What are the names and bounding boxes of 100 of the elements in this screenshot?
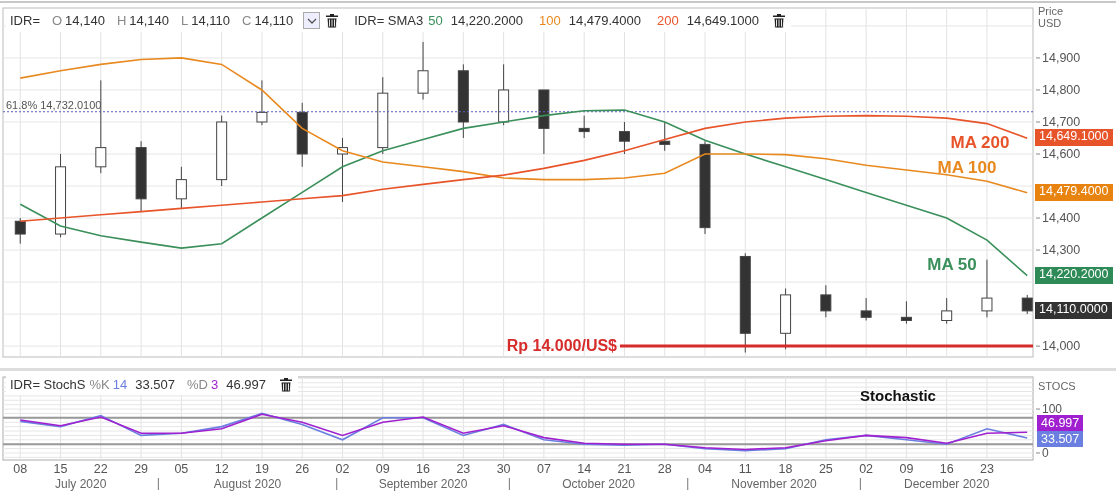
price-axis-label: 14,600 [1042, 147, 1081, 161]
indicator-name: IDR= SMA3 [354, 13, 424, 28]
field-label: C [242, 13, 252, 28]
axis-title: USD [1038, 17, 1062, 29]
price-tag: 14,220.2000 [1035, 267, 1113, 284]
candlestick [618, 121, 630, 155]
candlestick [941, 297, 953, 325]
month-label: November 2020 [731, 477, 817, 491]
date-axis-label: 16 [939, 462, 954, 476]
period-label: 50 [428, 13, 443, 28]
field-value: 14,110 [254, 13, 294, 28]
candlestick [860, 297, 872, 321]
date-axis-label: 28 [657, 462, 672, 476]
candlestick [659, 121, 671, 152]
price-axis-label: 14,800 [1042, 82, 1081, 97]
field-label: L [181, 13, 189, 28]
indicator-value: 14,220.2000 [450, 13, 523, 28]
date-axis-label: 11 [738, 462, 752, 476]
moving-average-label: MA 200 [950, 132, 1010, 152]
price-axis-label: 14,300 [1042, 243, 1081, 258]
month-label: August 2020 [213, 477, 282, 491]
date-axis-label: 18 [778, 462, 793, 476]
field-label: O [52, 13, 63, 28]
moving-average-label: MA 100 [937, 158, 997, 178]
price-tag: 14,649.1000 [1035, 129, 1113, 146]
trash-icon[interactable] [773, 13, 785, 28]
candlestick [498, 63, 510, 126]
date-axis-label: 30 [496, 462, 511, 476]
price-tag: 14,479.4000 [1035, 184, 1113, 201]
stochastic-tag: 46.997 [1037, 415, 1084, 431]
symbol-label: IDR= [10, 13, 40, 28]
indicator-value: 14,649.1000 [686, 13, 759, 28]
stochastic-axis-label: 100 [1042, 402, 1063, 417]
candlestick [538, 89, 550, 155]
date-axis-label: 05 [174, 462, 189, 476]
price-axis-label: 14,400 [1042, 211, 1081, 226]
chevron-down-icon [306, 17, 317, 24]
date-axis-label: 02 [859, 462, 874, 476]
candlestick [900, 300, 912, 325]
date-axis-label: 09 [899, 462, 914, 476]
price-level-label: Rp 14.000/US$ [506, 337, 617, 355]
field-value: 14,110 [191, 13, 231, 28]
date-axis-label: 14 [577, 462, 592, 476]
date-axis-label: 15 [53, 462, 68, 476]
month-label: July 2020 [55, 477, 107, 491]
date-axis-label: 02 [335, 462, 350, 476]
parameter-label: %D [187, 377, 208, 392]
date-axis-label: 23 [980, 462, 994, 476]
stochastic-axis-label: 0 [1042, 445, 1049, 460]
date-axis-label: 04 [698, 462, 712, 476]
price-axis-label: 14,900 [1042, 50, 1081, 65]
candlestick [578, 115, 590, 139]
axis-title: Price [1038, 5, 1064, 17]
parameter-label: %K [89, 377, 110, 392]
candlestick [175, 166, 187, 209]
field-value: 14,140 [129, 13, 170, 28]
trash-icon[interactable] [326, 13, 339, 28]
candlestick [256, 79, 268, 126]
price-axis-label: 14,000 [1042, 339, 1081, 354]
stochastic-tag: 33.507 [1037, 431, 1084, 447]
period-label: 100 [539, 13, 561, 28]
field-label: H [116, 13, 127, 28]
field-value: 14,140 [65, 13, 105, 28]
date-axis-label: 19 [255, 462, 269, 476]
indicator-value: 14,479.4000 [568, 13, 641, 28]
date-axis-label: 22 [93, 462, 108, 476]
price-axis-label: 14,700 [1042, 115, 1081, 129]
candlestick [780, 288, 792, 350]
dropdown-button[interactable] [303, 12, 321, 29]
date-axis-label: 29 [134, 462, 149, 476]
month-label: October 2020 [562, 477, 635, 491]
candlestick [417, 41, 429, 101]
month-label: December 2020 [904, 477, 990, 491]
month-label: September 2020 [378, 477, 468, 491]
date-axis-label: 12 [214, 462, 229, 476]
candlestick [14, 217, 26, 245]
period-label: 200 [657, 13, 679, 28]
candlestick [981, 259, 993, 318]
period-label: 14 [112, 377, 128, 392]
date-axis-label: 26 [295, 462, 310, 476]
date-axis-label: 21 [617, 462, 632, 476]
candlestick [1021, 294, 1033, 315]
moving-average-label: MA 50 [927, 255, 977, 275]
candlestick [337, 137, 348, 203]
chart-title: Stochastic [860, 387, 936, 404]
date-axis-label: 23 [456, 462, 471, 476]
candlestick [820, 284, 832, 318]
date-axis-label: 09 [375, 462, 390, 476]
date-axis-label: 07 [536, 462, 551, 476]
indicator-name: IDR= StochS [10, 377, 86, 392]
price-tag: 14,110.0000 [1035, 302, 1112, 319]
date-axis-label: 25 [818, 462, 833, 476]
date-axis-label: 08 [13, 462, 28, 476]
indicator-value: 33.507 [135, 377, 175, 392]
date-axis-label: 16 [416, 462, 430, 476]
candlestick [216, 115, 228, 187]
trash-icon[interactable] [279, 377, 292, 392]
period-label: 3 [210, 377, 219, 392]
indicator-value: 46.997 [226, 377, 266, 392]
candlestick [296, 102, 308, 168]
